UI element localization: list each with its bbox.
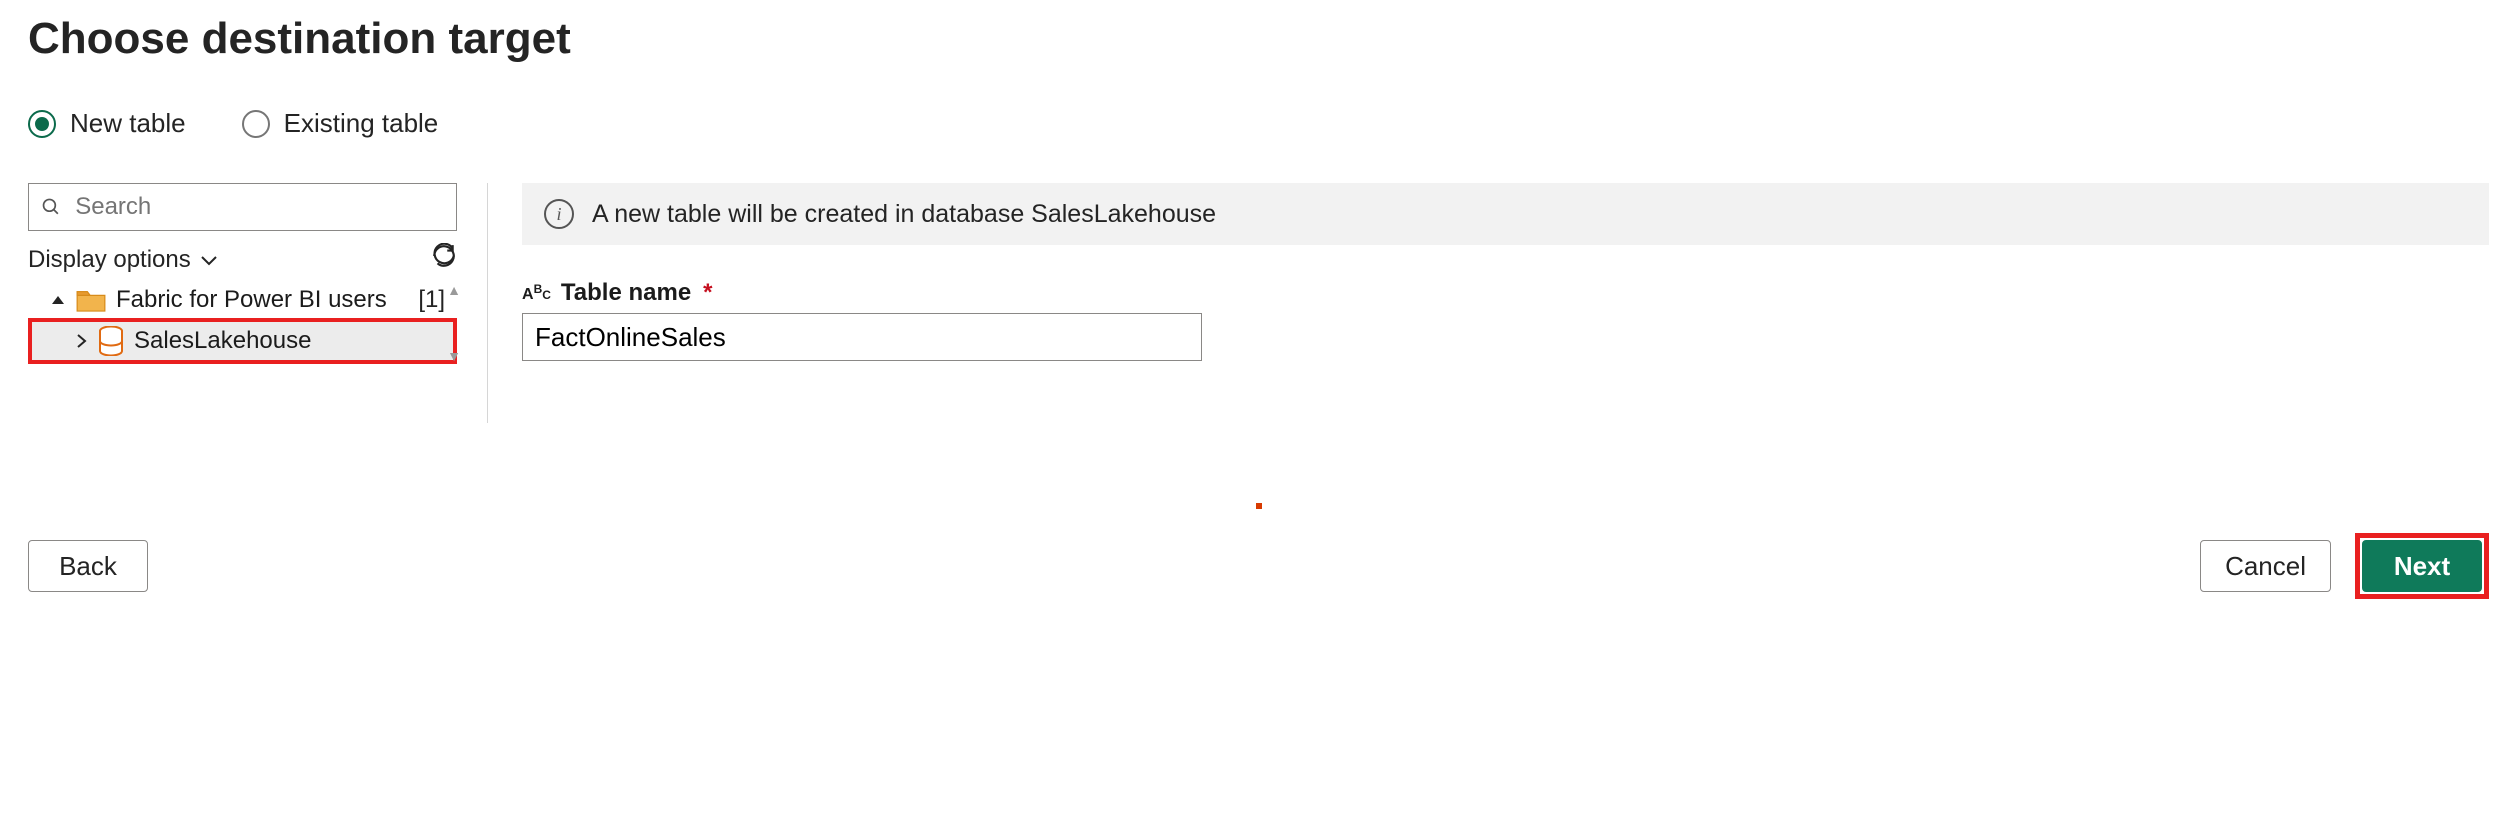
tree-folder-label: Fabric for Power BI users — [116, 286, 387, 314]
tree-scrollbar[interactable]: ▲ ▼ — [447, 282, 461, 364]
text-type-icon: ABC — [522, 286, 551, 304]
table-name-label-row: ABC Table name * — [522, 279, 2489, 307]
radio-existing-table[interactable]: Existing table — [242, 108, 439, 139]
back-button[interactable]: Back — [28, 540, 148, 592]
refresh-icon — [431, 243, 457, 269]
table-mode-radio-group: New table Existing table — [28, 108, 2489, 139]
radio-new-table-label: New table — [70, 108, 186, 139]
tree-child-label: SalesLakehouse — [134, 327, 311, 355]
tree-child-row[interactable]: SalesLakehouse — [32, 322, 453, 360]
radio-empty-icon — [242, 110, 270, 138]
scroll-down-icon: ▼ — [447, 348, 461, 364]
search-input[interactable] — [28, 183, 457, 231]
cancel-button[interactable]: Cancel — [2200, 540, 2331, 592]
next-button[interactable]: Next — [2362, 540, 2482, 592]
decorative-dot — [1256, 503, 1262, 509]
info-icon: i — [544, 199, 574, 229]
tree-folder-row[interactable]: Fabric for Power BI users [1] — [28, 282, 457, 318]
folder-icon — [76, 288, 106, 312]
display-options-toggle[interactable]: Display options — [28, 246, 219, 274]
collapse-icon — [50, 292, 66, 308]
info-message: A new table will be created in database … — [592, 200, 1216, 229]
object-tree: Fabric for Power BI users [1] SalesLakeh… — [28, 282, 457, 364]
display-options-label: Display options — [28, 246, 191, 274]
table-name-input[interactable] — [522, 313, 1202, 361]
radio-existing-table-label: Existing table — [284, 108, 439, 139]
required-asterisk: * — [703, 279, 712, 307]
page-title: Choose destination target — [28, 14, 2489, 64]
search-field[interactable] — [73, 192, 444, 222]
expand-icon — [74, 332, 88, 350]
scroll-up-icon: ▲ — [447, 282, 461, 298]
table-name-label: Table name — [561, 279, 691, 307]
radio-dot-icon — [28, 110, 56, 138]
lakehouse-icon — [98, 326, 124, 356]
radio-new-table[interactable]: New table — [28, 108, 186, 139]
chevron-down-icon — [199, 253, 219, 267]
info-banner: i A new table will be created in databas… — [522, 183, 2489, 245]
search-icon — [41, 196, 61, 218]
refresh-button[interactable] — [431, 243, 457, 276]
